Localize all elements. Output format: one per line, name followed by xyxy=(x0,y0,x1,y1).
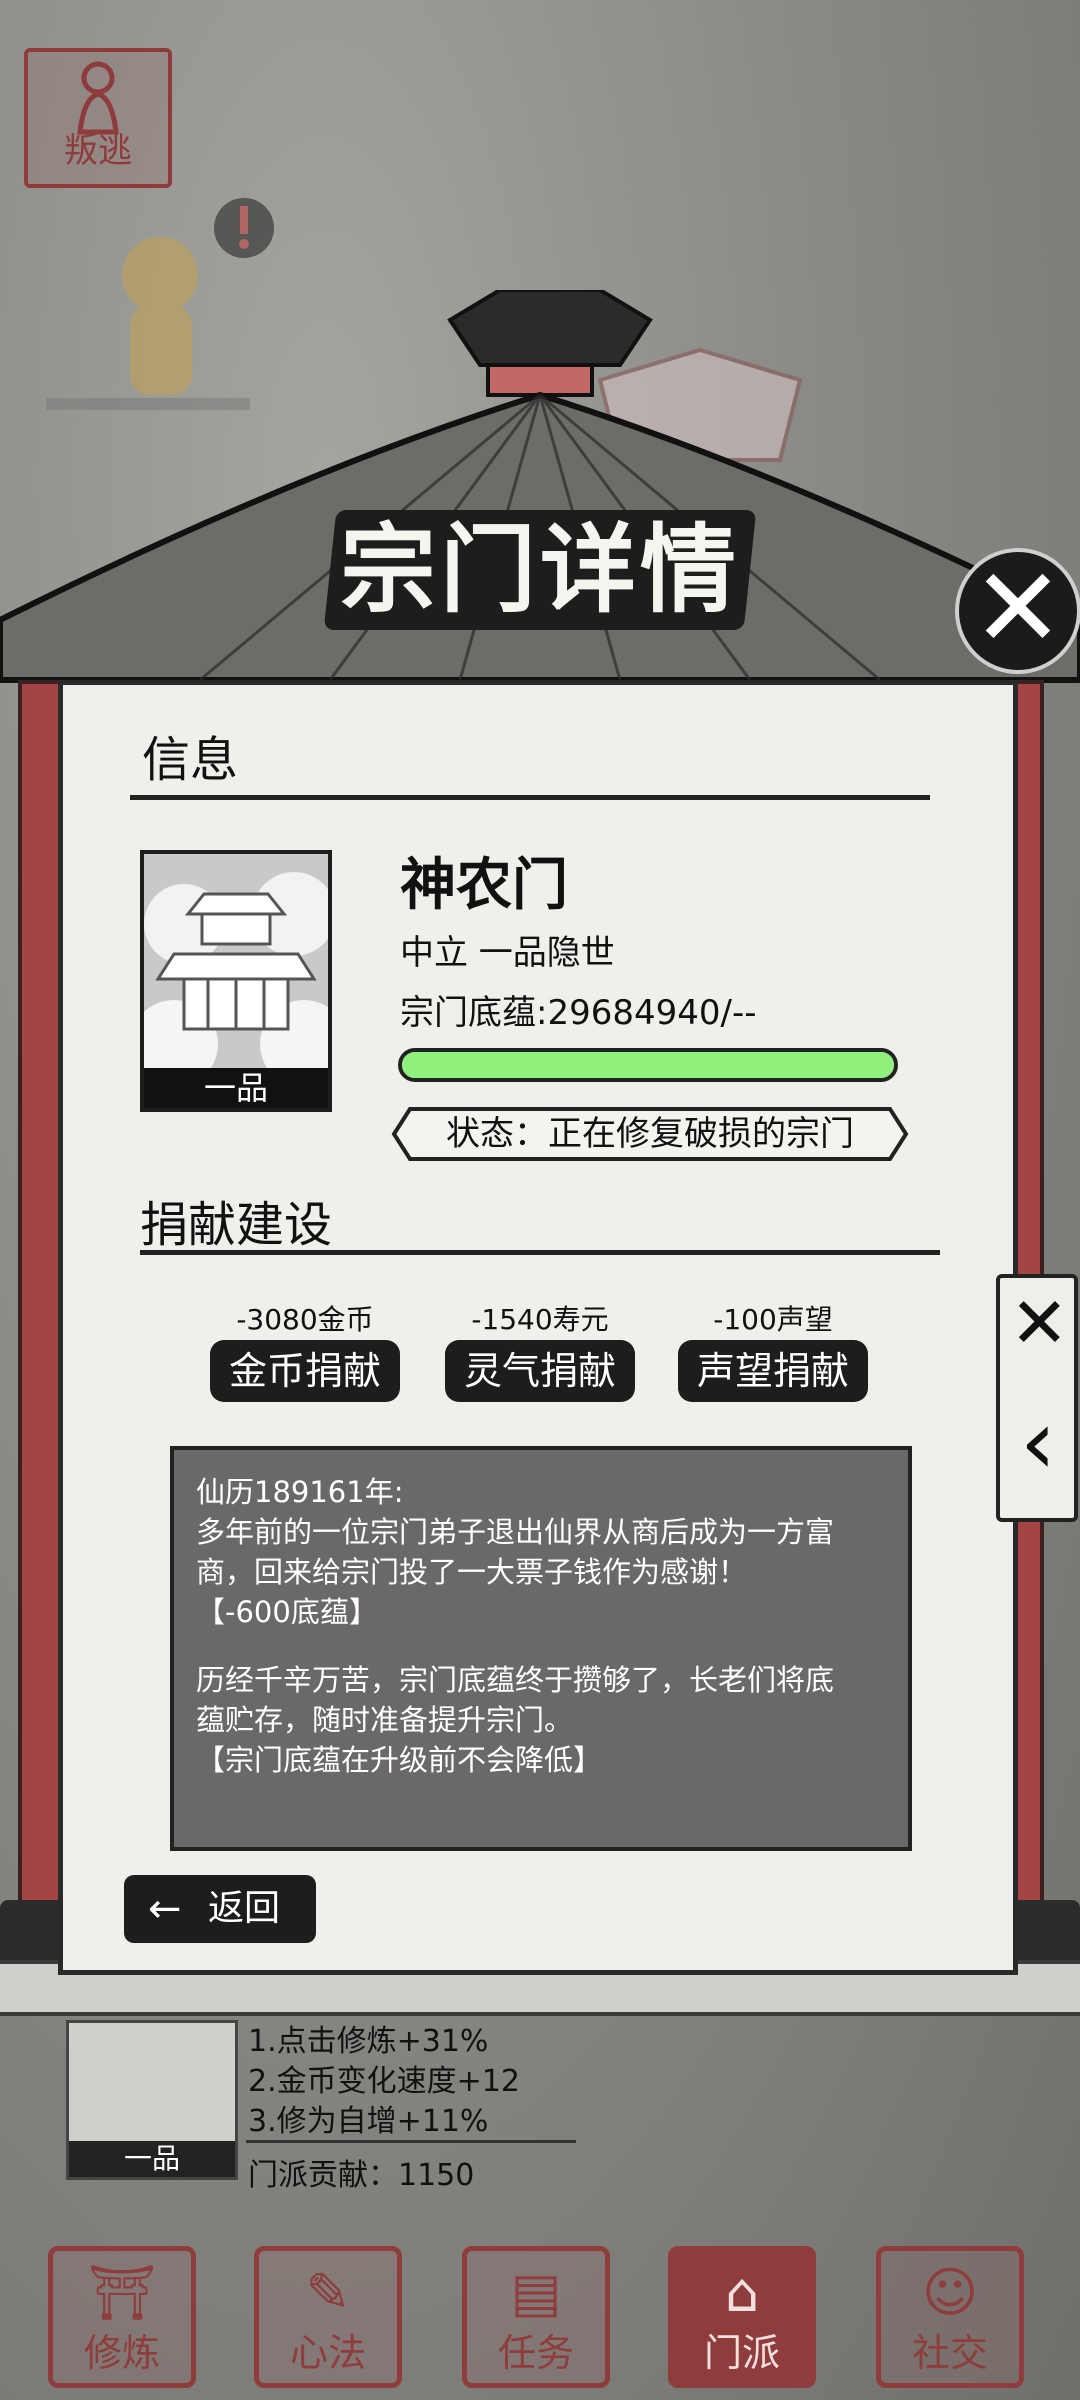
page-title: 宗门详情 xyxy=(340,514,740,626)
sect-contribution: 门派贡献：1150 xyxy=(248,2158,475,2193)
nav-label: 任务 xyxy=(497,2331,574,2375)
bonus-line: 3.修为自增+11% xyxy=(248,2104,489,2139)
sect-subtitle: 中立 一品隐世 xyxy=(400,933,615,973)
behind-sect-card: 一品 xyxy=(66,2020,238,2180)
sect-foundation: 宗门底蕴:29684940/-- xyxy=(400,993,757,1033)
defect-button[interactable]: 叛逃 xyxy=(24,48,172,188)
roof xyxy=(0,290,1080,683)
event-log: 仙历189161年: 多年前的一位宗门弟子退出仙界从商后成为一方富 商，回来给宗… xyxy=(170,1446,912,1851)
nav-label: 心法 xyxy=(289,2331,366,2375)
status-banner: 状态：正在修复破损的宗门 xyxy=(390,1105,910,1163)
foundation-progress-fill xyxy=(402,1052,894,1078)
bonus-line: 1.点击修炼+31% xyxy=(248,2024,489,2059)
log-line: 历经千辛万苦，宗门底蕴终于攒够了，长老们将底 xyxy=(196,1663,835,1697)
close-button[interactable]: ✕ xyxy=(955,548,1080,674)
nav-label: 修炼 xyxy=(83,2331,160,2375)
donation-heading: 捐献建设 xyxy=(140,1197,333,1253)
defect-label: 叛逃 xyxy=(64,131,132,171)
people-icon: ☺ xyxy=(921,2261,979,2324)
log-line: 商，回来给宗门投了一大票子钱作为感谢！ xyxy=(196,1555,748,1589)
pillar-left xyxy=(18,680,62,1920)
page-title-banner: 宗门详情 xyxy=(323,510,757,630)
nav-label: 社交 xyxy=(911,2331,988,2375)
fame-donate-cost: -100声望 xyxy=(713,1303,833,1336)
log-line: 蕴贮存，随时准备提升宗门。 xyxy=(196,1703,574,1737)
nav-meditate[interactable]: ⛩ 修炼 xyxy=(48,2246,196,2388)
fame-donate-button[interactable]: 声望捐献 xyxy=(678,1340,868,1402)
gold-donate-cost: -3080金币 xyxy=(236,1303,374,1336)
meditate-icon: ⛩ xyxy=(87,2261,157,2324)
sect-rank-badge: 一品 xyxy=(144,1068,328,1108)
nav-technique[interactable]: ✎ 心法 xyxy=(254,2246,402,2388)
log-line: 【-600底蕴】 xyxy=(196,1595,378,1629)
back-button[interactable]: ← 返回 xyxy=(124,1875,316,1943)
sect-name: 神农门 xyxy=(400,853,568,918)
scroll-icon: ✎ xyxy=(305,2261,351,2324)
nav-sect[interactable]: ⌂ 门派 xyxy=(668,2246,816,2388)
back-label: 返回 xyxy=(208,1888,281,1929)
side-tab[interactable]: ✕ ‹ xyxy=(996,1274,1078,1522)
behind-rank-badge: 一品 xyxy=(69,2141,235,2177)
side-close-icon[interactable]: ✕ xyxy=(1010,1288,1069,1358)
spirit-donate-cost: -1540寿元 xyxy=(471,1303,609,1336)
foundation-progress-bar xyxy=(398,1048,898,1082)
status-text: 状态：正在修复破损的宗门 xyxy=(446,1114,854,1154)
nav-social[interactable]: ☺ 社交 xyxy=(876,2246,1024,2388)
log-line: 【宗门底蕴在升级前不会降低】 xyxy=(196,1743,603,1777)
info-divider xyxy=(130,795,930,800)
temple-icon xyxy=(130,854,348,1088)
arrow-left-icon: ← xyxy=(148,1886,182,1932)
close-icon: ✕ xyxy=(971,544,1065,672)
nav-tasks[interactable]: ▤ 任务 xyxy=(462,2246,610,2388)
spirit-donate-button[interactable]: 灵气捐献 xyxy=(445,1340,635,1402)
task-scroll-icon: ▤ xyxy=(510,2261,562,2324)
gold-donate-button[interactable]: 金币捐献 xyxy=(210,1340,400,1402)
sect-image: 一品 xyxy=(130,850,348,1112)
contribution-divider xyxy=(246,2140,576,2143)
bonus-line: 2.金币变化速度+12 xyxy=(248,2064,520,2099)
log-line: 多年前的一位宗门弟子退出仙界从商后成为一方富 xyxy=(196,1515,835,1549)
sect-gate-icon: ⌂ xyxy=(724,2261,760,2324)
chevron-left-icon[interactable]: ‹ xyxy=(1008,1398,1068,1488)
donation-divider xyxy=(140,1250,940,1255)
log-line: 仙历189161年: xyxy=(196,1475,404,1509)
nav-label: 门派 xyxy=(703,2331,780,2375)
info-heading: 信息 xyxy=(142,732,239,788)
